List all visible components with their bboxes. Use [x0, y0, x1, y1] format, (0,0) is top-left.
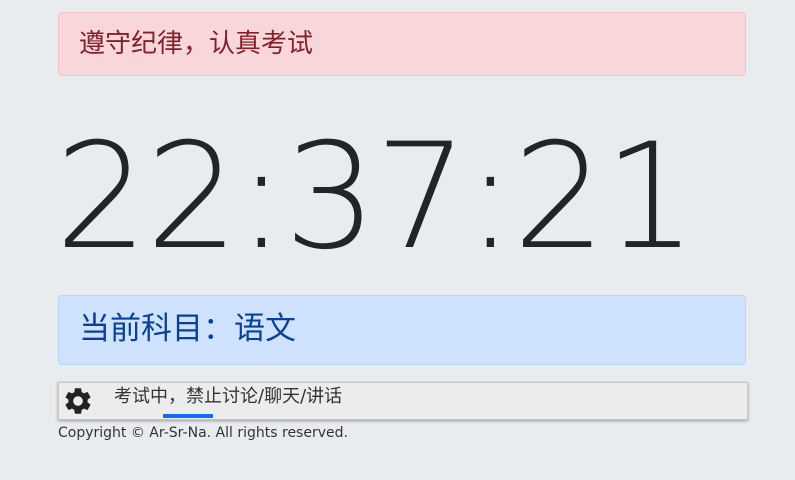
notice-bar: 考试中，禁止讨论/聊天/讲话 [58, 382, 748, 420]
notice-progress-indicator [163, 414, 213, 418]
gear-icon[interactable] [62, 385, 94, 417]
current-subject-text: 当前科目：语文 [79, 311, 296, 347]
copyright-footer: Copyright © Ar-Sr-Na. All rights reserve… [58, 425, 348, 441]
discipline-alert: 遵守纪律，认真考试 [58, 12, 746, 76]
subject-alert: 当前科目：语文 [58, 295, 746, 365]
discipline-alert-text: 遵守纪律，认真考试 [79, 29, 314, 59]
notice-text: 考试中，禁止讨论/聊天/讲话 [114, 386, 343, 407]
clock-display: 22:37:21 [55, 112, 697, 282]
